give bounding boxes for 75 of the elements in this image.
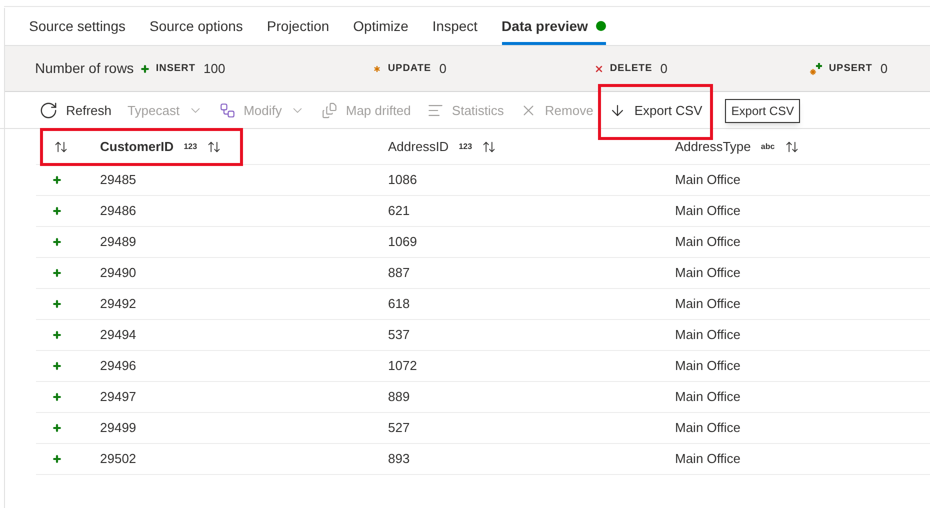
plus-icon xyxy=(52,361,62,371)
plus-icon xyxy=(52,175,62,185)
table-cell: 1069 xyxy=(388,234,417,249)
type-label: 123 xyxy=(458,140,472,152)
count-label: UPSERT xyxy=(828,62,872,76)
plus-icon xyxy=(52,392,62,402)
plus-icon xyxy=(52,237,62,247)
plus-icon xyxy=(52,454,62,464)
table-cell: 889 xyxy=(388,389,410,404)
plus-icon xyxy=(52,330,62,340)
table-cell: Main Office xyxy=(675,327,741,342)
tab[interactable]: Optimize xyxy=(353,7,408,45)
table-cell: 618 xyxy=(388,296,410,311)
table-cell: 29486 xyxy=(100,203,136,218)
table-cell: 29494 xyxy=(100,327,136,342)
table-cell: Main Office xyxy=(675,389,741,404)
tab[interactable]: Source options xyxy=(150,7,243,45)
plus-icon xyxy=(52,268,62,278)
sort-icon[interactable] xyxy=(54,140,68,154)
count-value: 100 xyxy=(203,60,226,78)
table-cell: 29499 xyxy=(100,420,136,435)
count-label: UPDATE xyxy=(388,62,432,76)
table-cell: 537 xyxy=(388,327,410,342)
plus-icon xyxy=(52,423,62,433)
sort-icon[interactable] xyxy=(784,140,799,154)
sort-icon[interactable] xyxy=(207,140,222,154)
lines-icon xyxy=(426,102,444,119)
tooltip: Export CSV xyxy=(725,98,800,122)
table-cell: Main Office xyxy=(675,451,741,466)
row-count-label: Number of rows xyxy=(35,59,134,78)
table-cell: 1072 xyxy=(388,358,417,373)
plus-icon xyxy=(52,299,62,309)
plus-icon xyxy=(140,64,150,74)
table-cell: Main Office xyxy=(675,420,741,435)
table-cell: 887 xyxy=(388,265,410,280)
table-cell: 29496 xyxy=(100,358,136,373)
table-cell: 29485 xyxy=(100,172,136,187)
table-cell: Main Office xyxy=(675,234,741,249)
table-cell: 29502 xyxy=(100,451,136,466)
toolbar-button[interactable]: Export CSV xyxy=(604,96,708,126)
table-cell: 29497 xyxy=(100,389,136,404)
count-label: DELETE xyxy=(610,62,652,76)
column-header: CustomerID xyxy=(100,138,174,156)
tab[interactable]: Inspect xyxy=(432,7,478,45)
sort-icon[interactable] xyxy=(482,140,496,154)
table-cell: Main Office xyxy=(675,265,741,280)
table-cell: 893 xyxy=(388,451,410,466)
asterisk-plus-icon xyxy=(808,62,823,76)
type-label: abc xyxy=(760,140,775,152)
column-header: AddressID xyxy=(388,138,449,156)
tab[interactable]: Projection xyxy=(266,7,330,45)
plus-icon xyxy=(52,206,62,216)
documents-icon xyxy=(320,102,338,119)
table-cell: Main Office xyxy=(675,172,741,187)
refresh-icon xyxy=(39,101,58,120)
cross-icon xyxy=(594,64,604,74)
table-cell: Main Office xyxy=(675,358,741,373)
count-value: 0 xyxy=(880,60,888,78)
count-value: 0 xyxy=(660,60,668,78)
table-cell: Main Office xyxy=(675,296,741,311)
table-cell: Main Office xyxy=(675,203,741,218)
tab[interactable]: Source settings xyxy=(29,7,126,45)
table-cell: 29489 xyxy=(100,234,136,249)
table-cell: 1086 xyxy=(388,172,417,187)
table-cell: 29490 xyxy=(100,265,136,280)
toolbar-button[interactable]: Refresh xyxy=(34,96,117,126)
column-header: AddressType xyxy=(675,138,751,156)
table-cell: 29492 xyxy=(100,296,136,311)
count-label: INSERT xyxy=(156,62,196,76)
count-value: 0 xyxy=(439,60,446,78)
table-cell: 621 xyxy=(388,203,410,218)
type-label: 123 xyxy=(184,140,198,152)
table-cell: 527 xyxy=(388,420,410,435)
asterisk-icon xyxy=(372,64,382,74)
flow-icon xyxy=(218,102,236,119)
